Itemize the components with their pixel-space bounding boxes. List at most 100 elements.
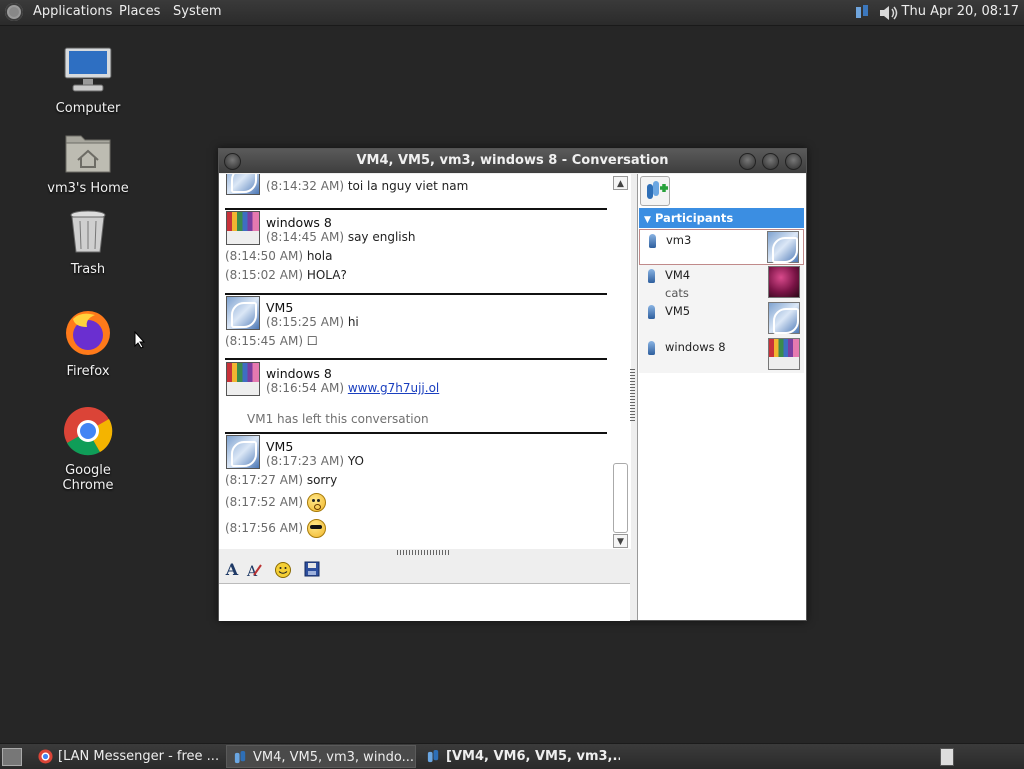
system-message: VM1 has left this conversation (247, 412, 429, 426)
system-menu[interactable]: System (173, 4, 221, 19)
message-timestamp: (8:17:23 AM) (266, 454, 344, 468)
scroll-thumb[interactable] (613, 463, 628, 533)
message-text: YO (347, 454, 364, 468)
participant-row[interactable]: windows 8 (639, 337, 804, 373)
sender-name: windows 8 (266, 366, 332, 381)
surprised-emoji-icon (306, 493, 326, 512)
collapse-arrow-icon: ▼ (644, 215, 651, 225)
messenger-icon (427, 749, 439, 763)
message-timestamp: (8:14:32 AM) (266, 179, 344, 193)
desktop-icon-label: vm3's Home (47, 181, 129, 196)
scroll-up-icon[interactable]: ▲ (613, 176, 628, 190)
distro-logo-icon[interactable] (5, 3, 23, 21)
window-titlebar[interactable]: VM4, VM5, vm3, windows 8 - Conversation (219, 149, 806, 173)
taskbar-item-lan-messenger[interactable]: [LAN Messenger - free ... (32, 745, 222, 768)
desktop-icon-label: Firefox (66, 364, 110, 379)
user-status-icon (648, 341, 655, 355)
message-text: ☐ (306, 334, 318, 348)
sender-name: VM5 (266, 300, 294, 315)
desktop-icon-firefox[interactable]: Firefox (38, 307, 138, 379)
message-timestamp: (8:15:45 AM) (225, 334, 303, 348)
user-status-icon (648, 305, 655, 319)
taskbar-item-conversation-2[interactable]: [VM4, VM6, VM5, vm3,... (420, 745, 620, 768)
mouse-cursor-icon (134, 331, 146, 349)
desktop-icon-home[interactable]: vm3's Home (38, 130, 138, 196)
participant-avatar (768, 338, 800, 370)
participant-avatar (767, 231, 799, 263)
message-line: (8:14:32 AM) toi la nguy viet nam (266, 179, 468, 193)
taskbar-item-label: [LAN Messenger - free ... (58, 749, 220, 764)
horizontal-splitter-handle[interactable] (397, 550, 451, 555)
smiley-icon[interactable] (274, 561, 292, 579)
avatar (226, 174, 260, 195)
window-menu-button[interactable] (224, 153, 241, 170)
message-separator (225, 293, 607, 295)
font-color-icon[interactable]: A (245, 561, 263, 580)
sender-name: windows 8 (266, 215, 332, 230)
participant-row[interactable]: VM4 cats (639, 265, 804, 301)
participant-name: VM4 (665, 268, 691, 282)
show-desktop-icon[interactable] (2, 748, 22, 766)
bottom-taskbar: [LAN Messenger - free ... VM4, VM5, vm3,… (0, 743, 1024, 769)
vertical-splitter-handle[interactable] (630, 369, 635, 421)
firefox-icon (66, 311, 110, 355)
volume-icon[interactable] (878, 4, 900, 22)
participants-header[interactable]: ▼ Participants (639, 208, 804, 228)
network-tray-icon[interactable] (855, 4, 869, 20)
participant-name: vm3 (666, 233, 692, 247)
conversation-window: VM4, VM5, vm3, windows 8 - Conversation … (218, 148, 807, 621)
font-icon[interactable]: A (223, 561, 241, 579)
minimize-button[interactable] (739, 153, 756, 170)
messenger-icon (234, 750, 246, 764)
participant-row[interactable]: VM5 (639, 301, 804, 337)
clock[interactable]: Thu Apr 20, 08:17 (902, 4, 1019, 19)
home-folder-icon (65, 135, 111, 173)
message-text: sorry (306, 473, 338, 487)
message-input[interactable] (219, 583, 630, 621)
window-title: VM4, VM5, vm3, windows 8 - Conversation (356, 153, 669, 168)
taskbar-item-conversation[interactable]: VM4, VM5, vm3, windo... (226, 745, 416, 768)
message-timestamp: (8:14:45 AM) (266, 230, 344, 244)
chat-scrollbar[interactable]: ▲ ▼ (613, 176, 629, 551)
taskbar-item-label: [VM4, VM6, VM5, vm3,... (446, 749, 620, 764)
maximize-button[interactable] (762, 153, 779, 170)
participants-panel: ▼ Participants vm3 VM4 cats VM5 windows … (637, 174, 806, 620)
add-participant-button[interactable] (640, 176, 670, 206)
places-menu[interactable]: Places (119, 4, 160, 19)
desktop-icon-trash[interactable]: Trash (38, 209, 138, 277)
participants-header-label: Participants (654, 211, 734, 225)
message-line: (8:16:54 AM) www.g7h7ujj.ol (266, 381, 439, 395)
message-line: (8:14:45 AM) say english (266, 230, 415, 244)
message-text: toi la nguy viet nam (347, 179, 469, 193)
message-link[interactable]: www.g7h7ujj.ol (348, 381, 439, 395)
chrome-icon (38, 749, 53, 764)
desktop-icon-chrome[interactable]: Google Chrome (38, 406, 138, 493)
message-timestamp: (8:16:54 AM) (266, 381, 344, 395)
scroll-down-icon[interactable]: ▼ (613, 534, 628, 548)
message-separator (225, 358, 607, 360)
desktop-icon-label: Computer (55, 101, 121, 116)
message-text: hi (347, 315, 359, 329)
applications-menu[interactable]: Applications (33, 4, 112, 19)
chat-history[interactable]: (8:14:32 AM) toi la nguy viet nam window… (219, 174, 631, 549)
message-timestamp: (8:17:27 AM) (225, 473, 303, 487)
message-timestamp: (8:17:52 AM) (225, 495, 303, 509)
desktop-icon-label: Trash (70, 262, 106, 277)
desktop-icon-computer[interactable]: Computer (38, 46, 138, 116)
trash-icon (70, 210, 106, 253)
message-line: (8:15:25 AM) hi (266, 315, 359, 329)
close-button[interactable] (785, 153, 802, 170)
desktop-icon-label: Google Chrome (62, 463, 114, 493)
message-timestamp: (8:14:50 AM) (225, 249, 303, 263)
message-line: (8:15:02 AM) HOLA? (225, 268, 347, 282)
participant-row[interactable]: vm3 (639, 229, 804, 265)
save-icon[interactable] (303, 561, 321, 579)
participant-name: windows 8 (665, 340, 726, 354)
workspace-switcher[interactable] (940, 748, 954, 766)
participant-note: cats (665, 286, 689, 300)
user-status-icon (648, 269, 655, 283)
chrome-icon (64, 407, 113, 456)
sender-name: VM5 (266, 439, 294, 454)
taskbar-item-label: VM4, VM5, vm3, windo... (253, 750, 415, 765)
message-line: (8:15:45 AM) ☐ (225, 334, 318, 348)
